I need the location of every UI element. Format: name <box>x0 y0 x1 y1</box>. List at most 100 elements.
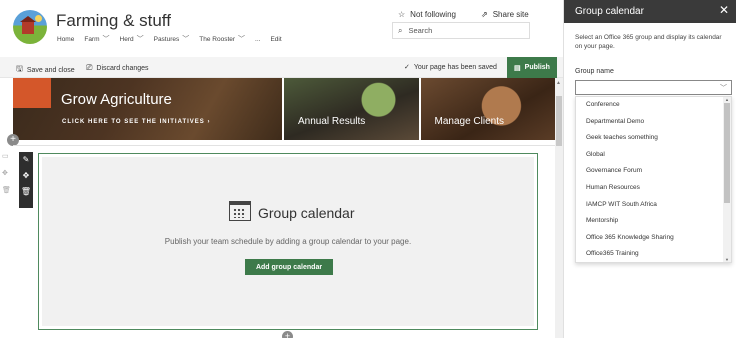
share-site-button[interactable]: ⇗ Share site <box>481 10 529 19</box>
nav-label: The Rooster <box>199 35 236 43</box>
scrollbar-thumb[interactable] <box>556 96 562 146</box>
nav-label: ... <box>255 35 261 43</box>
section-divider <box>13 145 555 146</box>
hero-tile-manage-clients[interactable]: Manage Clients <box>420 78 555 140</box>
dropdown-scrollbar[interactable]: ▲ ▼ <box>723 97 731 262</box>
nav-label: Pastures <box>153 35 180 43</box>
site-navigation: Home Farm ﹀ Herd ﹀ Pastures ﹀ The Rooster ﹀ … <box>57 34 292 44</box>
dropdown-option[interactable]: IAMCP WIT South Africa <box>576 197 731 214</box>
nav-label: Home <box>57 35 75 43</box>
dropdown-scroll-thumb[interactable] <box>724 103 730 203</box>
group-name-dropdown[interactable]: ﹀ <box>575 80 732 95</box>
delete-webpart-icon[interactable]: 🗑 <box>21 187 31 196</box>
discard-changes-label: Discard changes <box>96 64 149 72</box>
site-title[interactable]: Farming & stuff <box>56 11 171 31</box>
publish-label: Publish <box>524 64 550 71</box>
publish-icon: ▤ <box>514 64 521 72</box>
chevron-down-icon: ﹀ <box>102 36 110 43</box>
search-input[interactable]: ⌕ Search <box>392 22 530 39</box>
site-logo[interactable] <box>13 10 47 44</box>
chevron-down-icon[interactable]: ﹀ <box>720 83 727 93</box>
hero-link-text: CLICK HERE TO SEE THE INITIATIVES <box>62 119 205 125</box>
nav-item-farm[interactable]: Farm ﹀ <box>84 34 109 44</box>
hero-web-part: Grow Agriculture CLICK HERE TO SEE THE I… <box>13 78 555 140</box>
publish-button[interactable]: ▤ Publish <box>507 57 557 78</box>
hero-tile-grow-agriculture[interactable]: Grow Agriculture CLICK HERE TO SEE THE I… <box>13 78 282 140</box>
chevron-down-icon: ﹀ <box>238 36 246 43</box>
follow-label: Not following <box>410 10 456 19</box>
hero-link[interactable]: CLICK HERE TO SEE THE INITIATIVES › <box>62 119 210 125</box>
nav-item-pastures[interactable]: Pastures ﹀ <box>154 34 190 44</box>
scroll-down-icon[interactable]: ▼ <box>725 257 729 262</box>
delete-section-icon[interactable]: 🗑 <box>2 186 11 194</box>
dropdown-option[interactable]: Conference <box>576 97 731 114</box>
property-pane-title: Group calendar <box>575 6 644 17</box>
hero-title: Grow Agriculture <box>61 91 172 108</box>
web-part-description: Publish your team schedule by adding a g… <box>164 237 412 246</box>
group-name-label: Group name <box>575 68 614 75</box>
dropdown-option[interactable]: Office 365 Knowledge Sharing <box>576 230 731 247</box>
save-and-close-button[interactable]: 🖫 Save and close <box>16 63 75 77</box>
group-options-list: Conference Departmental Demo Geek teache… <box>575 96 732 263</box>
save-and-close-label: Save and close <box>26 66 75 74</box>
nav-label: Farm <box>84 35 100 43</box>
dropdown-option[interactable]: Governance Forum <box>576 163 731 180</box>
hero-tile-label: Annual Results <box>298 116 366 127</box>
group-calendar-web-part[interactable]: Group calendar Publish your team schedul… <box>38 153 538 330</box>
search-icon: ⌕ <box>398 25 403 35</box>
page-scrollbar[interactable]: ▲ <box>555 78 563 338</box>
scroll-up-icon[interactable]: ▲ <box>556 80 561 86</box>
hero-tile-label: Manage Clients <box>434 116 504 127</box>
share-icon: ⇗ <box>481 10 488 19</box>
move-section-icon[interactable]: ✥ <box>2 169 11 177</box>
save-status: ✓ Your page has been saved <box>404 63 497 72</box>
web-part-placeholder: Group calendar Publish your team schedul… <box>42 157 534 326</box>
logo-sun <box>35 15 42 22</box>
property-pane-header: Group calendar ✕ <box>564 0 736 23</box>
site-header: Farming & stuff Home Farm ﹀ Herd ﹀ Pasture… <box>0 0 563 57</box>
discard-icon: ⎚ <box>86 63 93 72</box>
sharepoint-page: Farming & stuff Home Farm ﹀ Herd ﹀ Pasture… <box>0 0 736 338</box>
dropdown-option[interactable]: Geek teaches something <box>576 130 731 147</box>
nav-item-edit[interactable]: Edit <box>270 34 281 44</box>
move-webpart-icon[interactable]: ✥ <box>23 171 30 180</box>
edit-section-icon[interactable]: ▭ <box>2 152 11 160</box>
logo-barn <box>20 16 36 34</box>
scroll-up-icon[interactable]: ▲ <box>725 97 729 102</box>
follow-button[interactable]: ☆ Not following <box>398 10 456 19</box>
hero-accent-block <box>13 78 51 108</box>
property-pane-description: Select an Office 365 group and display i… <box>575 34 722 50</box>
hero-tile-annual-results[interactable]: Annual Results <box>284 78 419 140</box>
section-tools: ▭ ✥ 🗑 <box>2 152 11 194</box>
dropdown-option[interactable]: Human Resources <box>576 180 731 197</box>
chevron-down-icon: ﹀ <box>182 36 190 43</box>
share-label: Share site <box>492 10 529 19</box>
nav-item-home[interactable]: Home <box>57 34 74 44</box>
property-pane: Group calendar ✕ Select an Office 365 gr… <box>563 0 736 338</box>
dropdown-option[interactable]: Mentorship <box>576 213 731 230</box>
check-icon: ✓ <box>404 64 410 71</box>
discard-changes-button[interactable]: ⎚ Discard changes <box>86 63 149 73</box>
close-icon[interactable]: ✕ <box>719 3 729 17</box>
nav-item-more[interactable]: ... <box>255 34 260 44</box>
command-bar: 🖫 Save and close ⎚ Discard changes ✓ You… <box>0 57 563 78</box>
dropdown-option[interactable]: Global <box>576 147 731 164</box>
calendar-icon <box>229 201 251 221</box>
chevron-down-icon: ﹀ <box>136 36 144 43</box>
web-part-title: Group calendar <box>258 205 355 221</box>
save-status-text: Your page has been saved <box>413 63 497 71</box>
star-icon: ☆ <box>398 10 406 19</box>
nav-item-herd[interactable]: Herd ﹀ <box>120 34 144 44</box>
nav-item-the-rooster[interactable]: The Rooster ﹀ <box>199 34 245 44</box>
nav-label: Edit <box>270 35 282 43</box>
save-icon: 🖫 <box>16 64 23 73</box>
nav-label: Herd <box>119 35 134 43</box>
add-group-calendar-button[interactable]: Add group calendar <box>245 259 333 275</box>
webpart-toolbar: ✎ ✥ 🗑 <box>19 152 33 208</box>
dropdown-option[interactable]: Departmental Demo <box>576 114 731 131</box>
search-placeholder: Search <box>408 26 433 35</box>
add-web-part-button[interactable]: + <box>282 331 293 338</box>
chevron-right-icon: › <box>207 119 211 125</box>
edit-webpart-icon[interactable]: ✎ <box>23 155 30 164</box>
dropdown-option[interactable]: Office365 Training <box>576 246 731 262</box>
